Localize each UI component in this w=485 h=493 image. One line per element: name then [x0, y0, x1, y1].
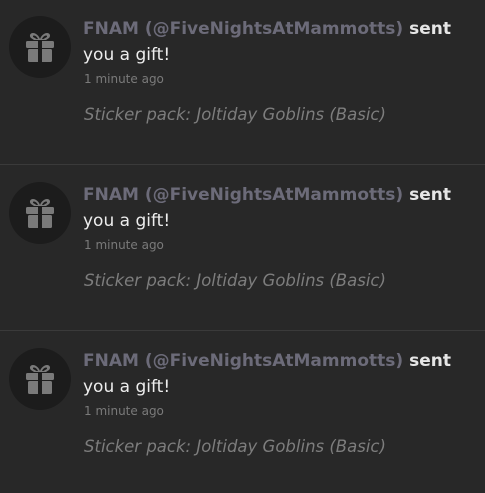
- sender-name[interactable]: FNAM (@FiveNightsAtMammotts): [83, 19, 403, 39]
- notification-item[interactable]: FNAM (@FiveNightsAtMammotts) sent you a …: [0, 0, 485, 165]
- action-text-continued: you a gift!: [83, 45, 171, 65]
- action-text-continued: you a gift!: [83, 211, 171, 231]
- gift-icon: [26, 199, 54, 229]
- gift-icon: [26, 33, 54, 63]
- timestamp: 1 minute ago: [84, 72, 164, 86]
- sender-name[interactable]: FNAM (@FiveNightsAtMammotts): [83, 351, 403, 371]
- action-text: sent: [409, 351, 451, 371]
- timestamp: 1 minute ago: [84, 238, 164, 252]
- gift-avatar: [9, 182, 71, 244]
- action-text-continued: you a gift!: [83, 377, 171, 397]
- action-text: sent: [409, 185, 451, 205]
- timestamp: 1 minute ago: [84, 404, 164, 418]
- notification-item[interactable]: FNAM (@FiveNightsAtMammotts) sent you a …: [0, 166, 485, 331]
- gift-icon: [26, 365, 54, 395]
- gift-detail: Sticker pack: Joltiday Goblins (Basic): [84, 437, 386, 456]
- gift-avatar: [9, 348, 71, 410]
- notification-item[interactable]: FNAM (@FiveNightsAtMammotts) sent you a …: [0, 332, 485, 493]
- notification-headline: FNAM (@FiveNightsAtMammotts) sent: [83, 17, 483, 41]
- gift-detail: Sticker pack: Joltiday Goblins (Basic): [84, 271, 386, 290]
- gift-detail: Sticker pack: Joltiday Goblins (Basic): [84, 105, 386, 124]
- sender-name[interactable]: FNAM (@FiveNightsAtMammotts): [83, 185, 403, 205]
- notification-feed: FNAM (@FiveNightsAtMammotts) sent you a …: [0, 0, 485, 493]
- notification-headline: FNAM (@FiveNightsAtMammotts) sent: [83, 349, 483, 373]
- action-text: sent: [409, 19, 451, 39]
- gift-avatar: [9, 16, 71, 78]
- notification-headline: FNAM (@FiveNightsAtMammotts) sent: [83, 183, 483, 207]
